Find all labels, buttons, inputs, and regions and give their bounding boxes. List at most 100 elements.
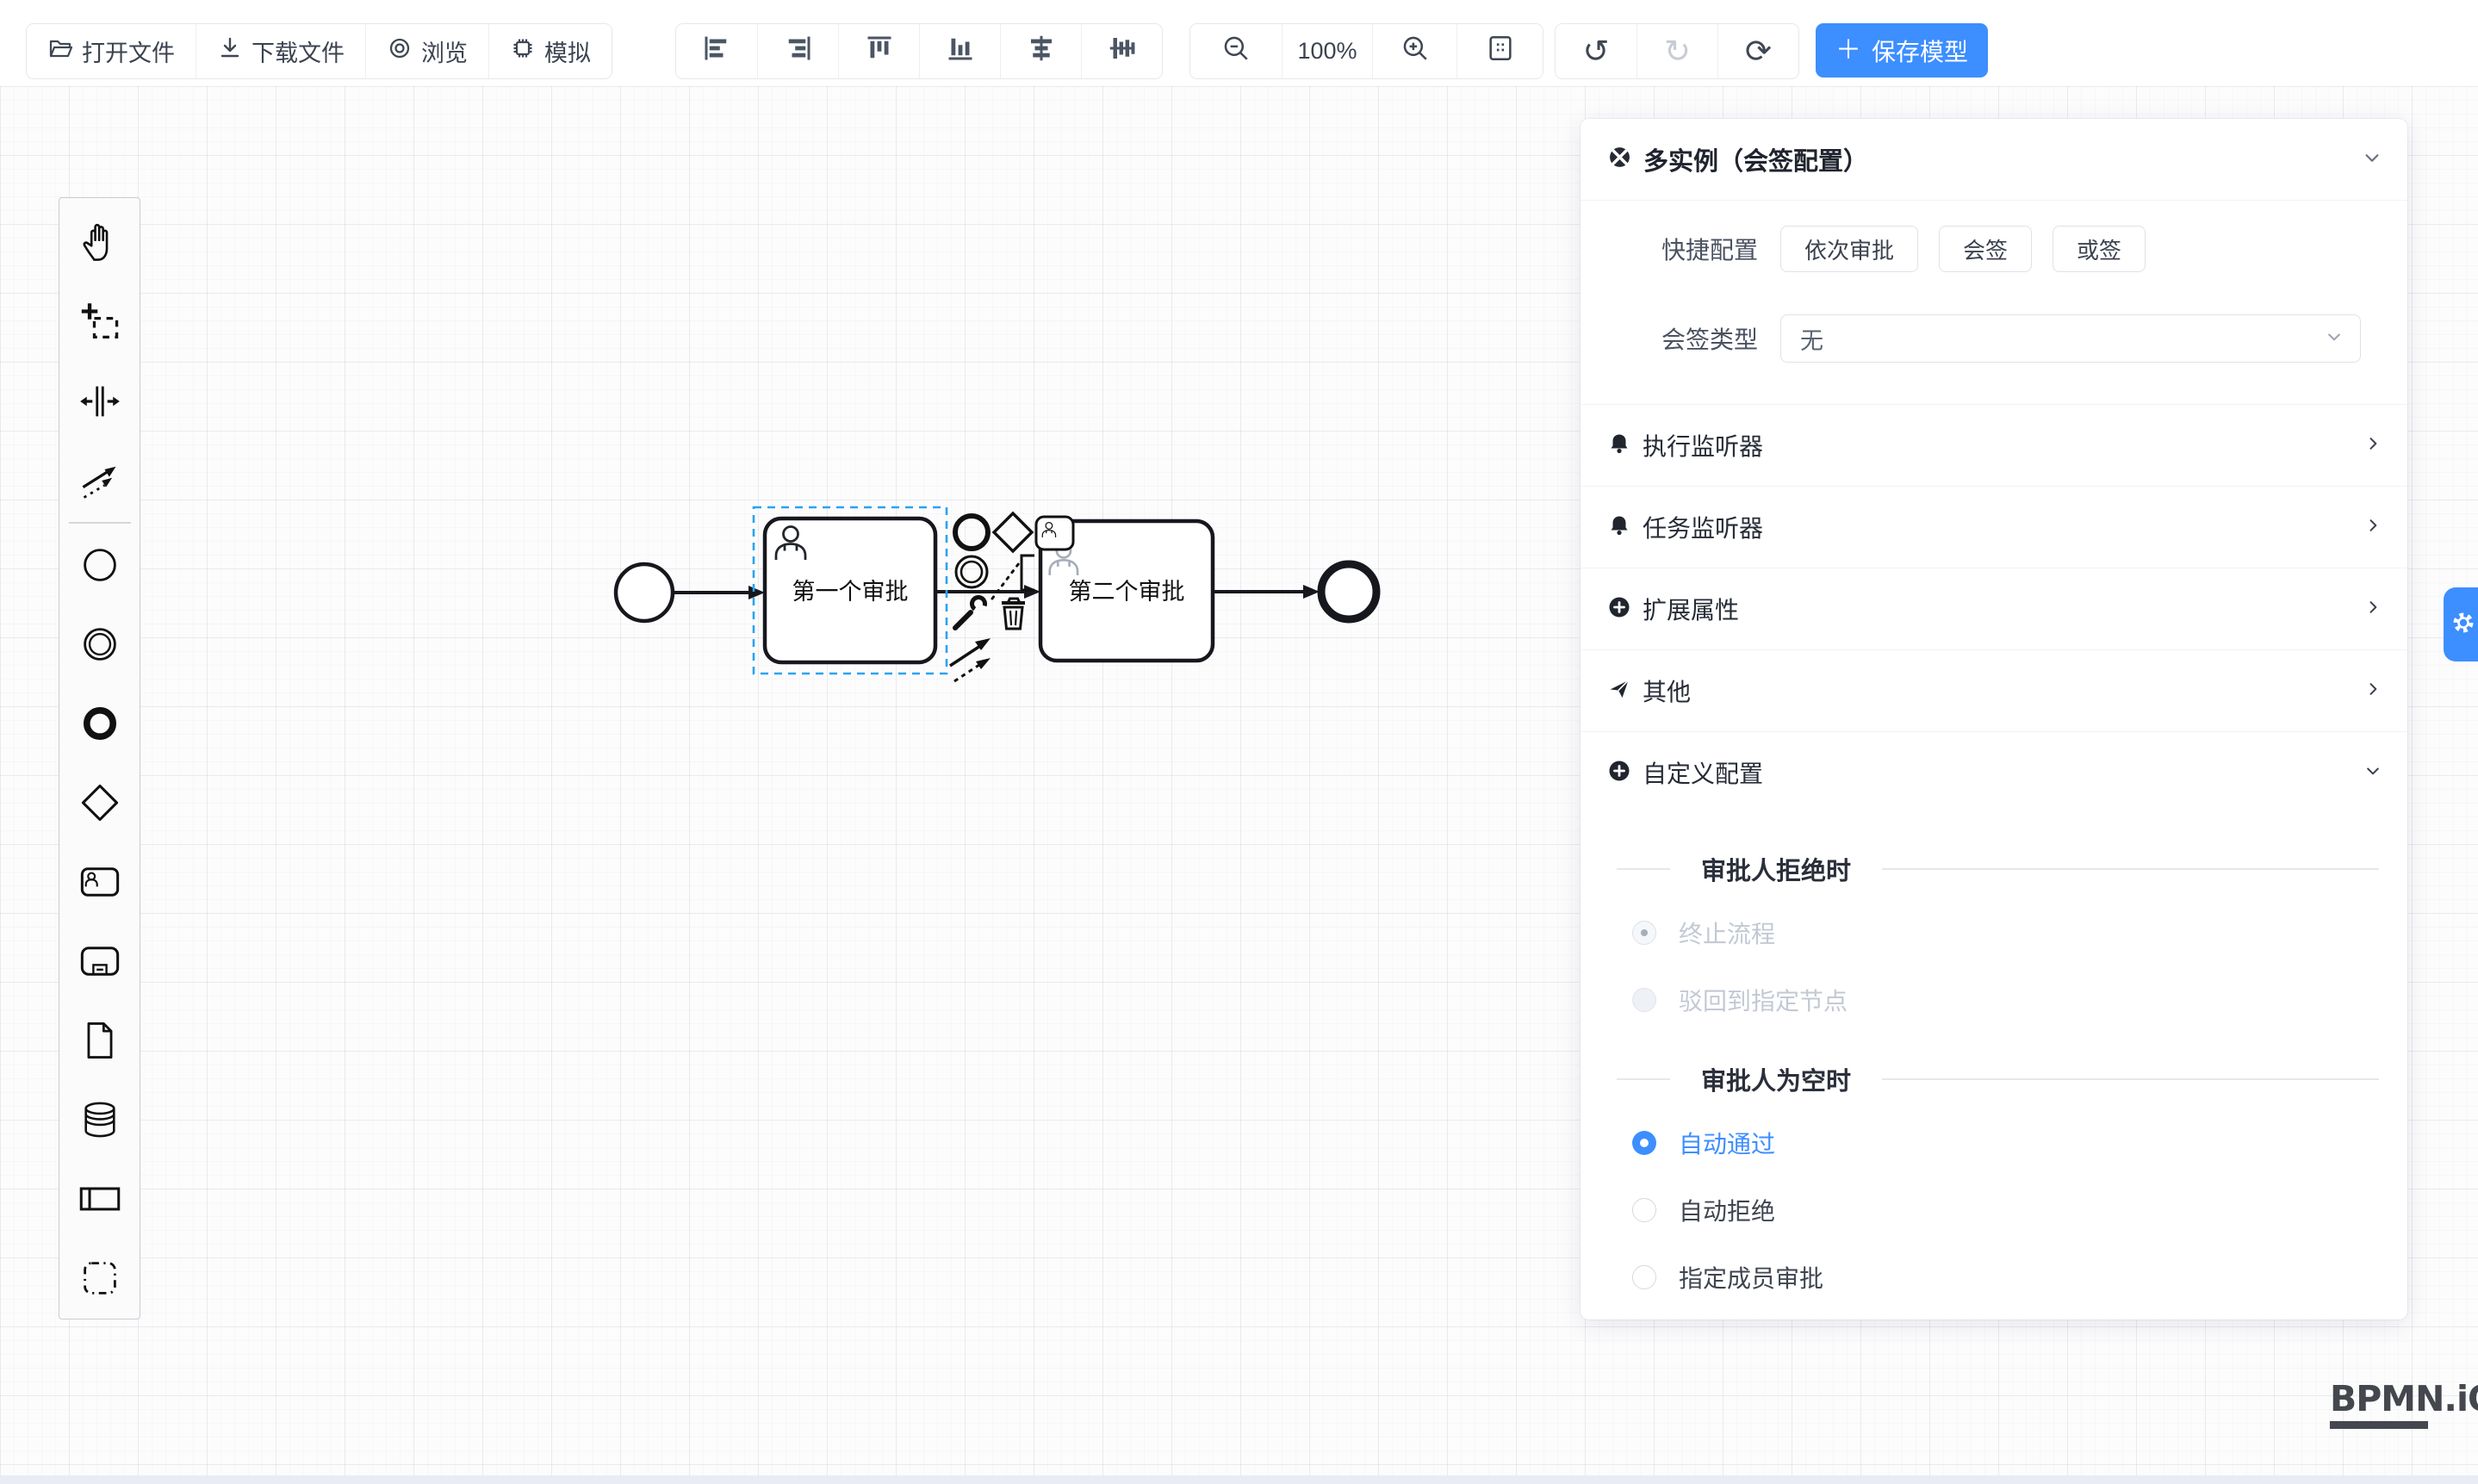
space-tool-icon [78,380,121,423]
create-data-object[interactable] [59,1001,140,1080]
align-top-button[interactable] [838,24,919,78]
task-1-shape[interactable]: 第一个审批 [765,518,935,662]
create-participant-pool[interactable] [59,1159,140,1239]
bpmn-io-logo[interactable]: BPMN.iO [2330,1378,2478,1429]
space-tool[interactable] [59,362,140,441]
toolbar-file-group: 打开文件 下载文件 浏览 模拟 [26,23,612,79]
zoom-out-button[interactable] [1190,24,1282,78]
align-left-button[interactable] [676,24,757,78]
radio-unchecked [1632,1265,1656,1289]
distribute-vertical-icon [1107,33,1138,70]
panel-header[interactable]: 多实例（会签配置） [1581,119,2407,201]
distribute-horizontal-button[interactable] [1000,24,1081,78]
quick-config-orsign-button[interactable]: 或签 [2053,226,2146,272]
trash-icon[interactable] [1002,599,1025,629]
radio-assign-member[interactable]: 指定成员审批 [1581,1249,2407,1306]
reject-group-heading: 审批人拒绝时 [1581,844,2407,894]
bpmn-io-logo-underline [2330,1421,2428,1429]
open-file-label: 打开文件 [82,34,175,68]
radio-return-to-node[interactable]: 驳回到指定节点 [1581,972,2407,1028]
radio-auto-reject[interactable]: 自动拒绝 [1581,1182,2407,1239]
undo-button[interactable]: ↺ [1556,24,1636,78]
start-event-icon [78,543,121,587]
align-top-icon [864,33,895,70]
sequence-flow-1-arrowhead [748,586,765,599]
multi-type-select[interactable]: 无 [1780,314,2361,363]
chip-icon [510,35,536,67]
section-extended-properties[interactable]: 扩展属性 [1581,568,2407,649]
plus-icon: ＋ [1835,38,1861,64]
sequence-flow-3-arrowhead [1303,585,1320,599]
append-task-icon[interactable] [1036,517,1073,550]
align-right-button[interactable] [757,24,838,78]
fit-viewport-button[interactable] [1456,24,1543,78]
global-connect-tool[interactable] [59,441,140,520]
radio-auto-pass[interactable]: 自动通过 [1581,1115,2407,1171]
data-store-icon [78,1098,121,1141]
bpmn-diagram: 第二个审批 第一个审批 [568,465,1430,741]
settings-tab[interactable] [2444,587,2478,661]
append-gateway-icon[interactable] [994,513,1032,551]
end-event-icon [78,702,121,745]
append-end-event-icon[interactable] [955,516,988,549]
gateway-icon [78,781,121,824]
reset-icon: ⟳ [1745,35,1772,67]
section-custom-config[interactable]: 自定义配置 [1581,731,2407,813]
create-start-event[interactable] [59,525,140,605]
chevron-right-icon [2364,435,2382,456]
save-model-label: 保存模型 [1872,34,1968,68]
bpmn-io-logo-text: BPMN.iO [2330,1378,2478,1419]
radio-disabled-unchecked [1632,988,1656,1012]
lasso-tool[interactable] [59,283,140,362]
zoom-in-button[interactable] [1372,24,1456,78]
simulate-button[interactable]: 模拟 [488,24,612,78]
task-1-label: 第一个审批 [792,579,909,605]
plus-circle-icon [1608,760,1630,786]
toolbar-zoom-group: 100% [1189,23,1543,79]
chevron-down-icon [2363,148,2382,171]
chevron-down-icon [2364,762,2382,784]
align-bottom-button[interactable] [919,24,1000,78]
download-file-button[interactable]: 下载文件 [196,24,365,78]
chevron-right-icon [2364,680,2382,702]
create-data-store[interactable] [59,1080,140,1159]
redo-icon: ↻ [1664,35,1691,67]
end-event-shape[interactable] [1321,564,1376,619]
distribute-horizontal-icon [1026,33,1057,70]
connect-tool-icon[interactable] [950,638,991,681]
preview-button[interactable]: 浏览 [365,24,488,78]
open-file-button[interactable]: 打开文件 [27,24,196,78]
start-event-shape[interactable] [616,564,673,621]
section-execution-listener[interactable]: 执行监听器 [1581,404,2407,486]
redo-button[interactable]: ↻ [1636,24,1717,78]
wrench-icon[interactable] [955,595,987,628]
plus-circle-icon [1608,596,1630,623]
distribute-vertical-button[interactable] [1081,24,1162,78]
quick-config-sequential-button[interactable]: 依次审批 [1780,226,1918,272]
section-other[interactable]: 其他 [1581,649,2407,731]
create-end-event[interactable] [59,684,140,763]
multi-instance-icon [1608,146,1631,173]
group-icon [78,1257,121,1300]
panel-sections: 执行监听器 任务监听器 扩展属性 其他 自定义配置 [1581,404,2407,813]
save-model-button[interactable]: ＋ 保存模型 [1816,23,1988,78]
toolbar-align-group [675,23,1163,79]
radio-disabled-checked [1632,921,1656,945]
user-task-icon [78,860,121,903]
create-sub-process[interactable] [59,922,140,1001]
align-left-icon [701,33,732,70]
chevron-right-icon [2364,599,2382,620]
create-intermediate-event[interactable] [59,605,140,684]
horizontal-scrollbar[interactable] [0,1475,2478,1484]
palette-separator [69,522,131,524]
create-group[interactable] [59,1239,140,1318]
create-gateway[interactable] [59,763,140,842]
hand-tool[interactable] [59,203,140,283]
bell-icon [1608,432,1630,459]
quick-config-countersign-button[interactable]: 会签 [1939,226,2032,272]
section-task-listener[interactable]: 任务监听器 [1581,486,2407,568]
radio-terminate-process[interactable]: 终止流程 [1581,904,2407,961]
reset-button[interactable]: ⟳ [1717,24,1798,78]
sequence-flow-2-arrowhead [1024,585,1040,599]
create-user-task[interactable] [59,842,140,922]
